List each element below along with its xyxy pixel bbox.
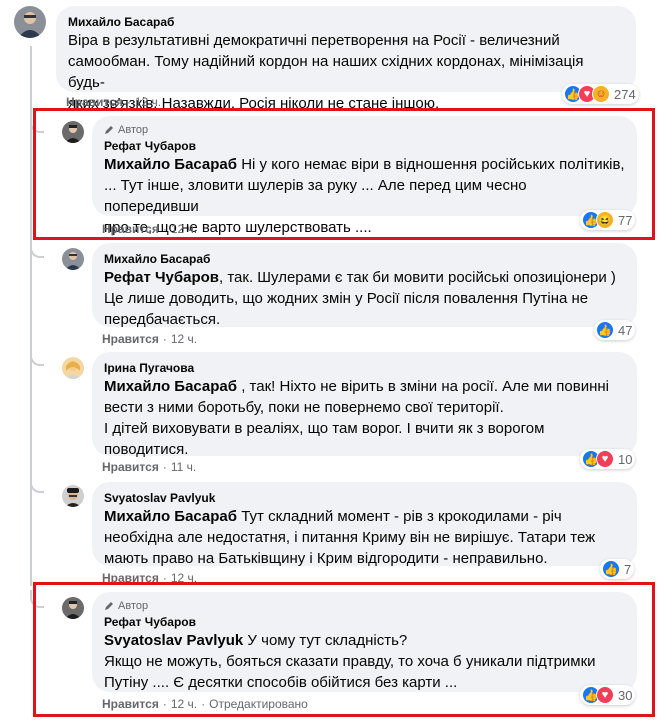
pencil-icon: [105, 126, 113, 134]
comment-text: Михайло Басараб , так! Ніхто не вірить в…: [104, 376, 625, 460]
comment-meta: Нравится · 11 ч.: [102, 460, 196, 474]
comment-line-text: У чому тут складність?: [243, 632, 408, 649]
comment-line: Рефат Чубаров, так. Шулерами є так би мо…: [104, 267, 625, 288]
love-reaction-icon: ♥: [596, 450, 614, 468]
comment-author[interactable]: Ірина Пугачова: [104, 360, 625, 376]
comment-line: мають право на Батьківщину і Крим відгор…: [104, 550, 548, 567]
separator: ·: [201, 697, 206, 711]
mention-link[interactable]: Михайло Басараб: [104, 508, 237, 525]
separator: ·: [162, 222, 167, 236]
comment-author[interactable]: Рефат Чубаров: [104, 138, 625, 154]
thread-connector: [30, 240, 44, 258]
reactions-summary[interactable]: 👍 47: [594, 320, 636, 340]
avatar[interactable]: [62, 597, 84, 619]
comment-line: ... Тут інше, зловити шулерів за руку ..…: [104, 177, 527, 215]
comment-text: Svyatoslav Pavlyuk У чому тут складність…: [104, 630, 625, 693]
comment-time[interactable]: 11 ч.: [171, 460, 196, 474]
reactions-count: 30: [618, 687, 633, 703]
comment-line-text: , так! Ніхто не вірить в зміни на росії.…: [237, 378, 610, 395]
comment-bubble: Автор Рефат Чубаров Svyatoslav Pavlyuk У…: [92, 592, 637, 692]
like-button[interactable]: Нравится: [102, 460, 159, 474]
reactions-summary[interactable]: 👍 😆 77: [580, 210, 636, 230]
comment-text: Рефат Чубаров, так. Шулерами є так би мо…: [104, 267, 625, 330]
pencil-icon: [105, 602, 113, 610]
comment-line: І дітей виховувати в реаліях, що там вор…: [104, 420, 545, 437]
comment-line: Віра в результативні демократичні перетв…: [68, 32, 560, 49]
comment-meta: Нравится · 12 ч.: [102, 332, 197, 346]
comment-line-text: Ні у кого немає віри в відношення російс…: [237, 156, 625, 173]
comment-text: Михайло Басараб Тут складний момент - рі…: [104, 506, 625, 569]
comment-bubble: Михайло Басараб Віра в результативні дем…: [56, 6, 636, 112]
author-badge-label: Автор: [118, 600, 149, 612]
like-button[interactable]: Нравится: [66, 95, 123, 109]
comment-time[interactable]: 12 ч.: [171, 697, 197, 711]
avatar[interactable]: [62, 357, 84, 379]
comment-bubble: Ірина Пугачова Михайло Басараб , так! Ні…: [92, 352, 637, 458]
avatar[interactable]: [62, 485, 84, 507]
avatar[interactable]: [62, 121, 84, 143]
comment-author[interactable]: Михайло Басараб: [104, 251, 625, 267]
separator: ·: [162, 460, 167, 474]
reactions-count: 77: [618, 212, 633, 228]
author-badge: Автор: [104, 124, 625, 136]
mention-link[interactable]: Рефат Чубаров: [104, 269, 219, 286]
like-button[interactable]: Нравится: [102, 222, 159, 236]
avatar[interactable]: [14, 6, 46, 38]
reactions-count: 47: [618, 322, 633, 338]
reactions-count: 274: [614, 86, 636, 102]
like-button[interactable]: Нравится: [102, 332, 159, 346]
comment-line: самообман. Тому надійний кордон на наших…: [68, 53, 584, 91]
care-reaction-icon: ☺: [592, 85, 610, 103]
comment-meta: Нравится · 12 ч. · Отредактировано: [102, 697, 308, 711]
comment-line: Михайло Басараб , так! Ніхто не вірить в…: [104, 376, 625, 397]
reactions-summary[interactable]: 👍 ♥ ☺ 274: [562, 84, 639, 104]
reactions-count: 10: [618, 451, 633, 467]
comment-author[interactable]: Svyatoslav Pavlyuk: [104, 490, 625, 506]
comment-line: Svyatoslav Pavlyuk У чому тут складність…: [104, 630, 625, 651]
comment-time[interactable]: 12 ч.: [135, 95, 161, 109]
comment-meta: Нравится · 12 ч.: [66, 95, 161, 109]
comment-author[interactable]: Михайло Басараб: [68, 14, 624, 30]
thread-connector: [30, 475, 44, 493]
comment-meta: Нравится · 12 ч.: [102, 222, 197, 236]
like-reaction-icon: 👍: [602, 560, 620, 578]
comment-line: поводитися.: [104, 441, 189, 458]
comment-line: Михайло Басараб Ні у кого немає віри в в…: [104, 154, 625, 175]
reactions-summary[interactable]: 👍 7: [600, 559, 635, 579]
reactions-summary[interactable]: 👍 ♥ 30: [580, 685, 636, 705]
love-reaction-icon: ♥: [596, 686, 614, 704]
comment-line: Якщо не можуть, бояться сказати правду, …: [104, 653, 596, 670]
avatar[interactable]: [62, 248, 84, 270]
separator: ·: [126, 95, 131, 109]
comment-bubble: Svyatoslav Pavlyuk Михайло Басараб Тут с…: [92, 482, 637, 569]
comment-line-text: Тут складний момент - рів з крокодилами …: [237, 508, 562, 525]
comment-line: передбачається.: [104, 311, 221, 328]
like-button[interactable]: Нравится: [102, 697, 159, 711]
separator: ·: [162, 332, 167, 346]
comment-line-text: , так. Шулерами є так би мовити російськ…: [219, 269, 616, 286]
comment-bubble: Автор Рефат Чубаров Михайло Басараб Ні у…: [92, 116, 637, 236]
mention-link[interactable]: Михайло Басараб: [104, 156, 237, 173]
like-reaction-icon: 👍: [596, 321, 614, 339]
comment-line: Михайло Басараб Тут складний момент - рі…: [104, 506, 625, 527]
comment-bubble: Михайло Басараб Рефат Чубаров, так. Шуле…: [92, 243, 637, 330]
haha-reaction-icon: 😆: [596, 211, 614, 229]
separator: ·: [162, 697, 167, 711]
author-badge-label: Автор: [118, 124, 149, 136]
mention-link[interactable]: Svyatoslav Pavlyuk: [104, 632, 243, 649]
author-badge: Автор: [104, 600, 625, 612]
comment-author[interactable]: Рефат Чубаров: [104, 614, 625, 630]
comment-line: вести з ними боротьбу, поки не повернемо…: [104, 399, 504, 416]
comment-time[interactable]: 12 ч.: [171, 222, 197, 236]
comment-line: необхідна але недостатня, і питання Крим…: [104, 529, 596, 546]
comment-time[interactable]: 12 ч.: [171, 332, 197, 346]
thread-connector: [30, 348, 44, 366]
edited-label: Отредактировано: [209, 697, 308, 711]
comment-line: Путіну .... Є десятки способів обійтися …: [104, 674, 458, 691]
mention-link[interactable]: Михайло Басараб: [104, 378, 237, 395]
reactions-count: 7: [624, 561, 632, 577]
comment-line: Це лише доводить, що жодних змін у Росії…: [104, 290, 589, 307]
reactions-summary[interactable]: 👍 ♥ 10: [580, 449, 636, 469]
